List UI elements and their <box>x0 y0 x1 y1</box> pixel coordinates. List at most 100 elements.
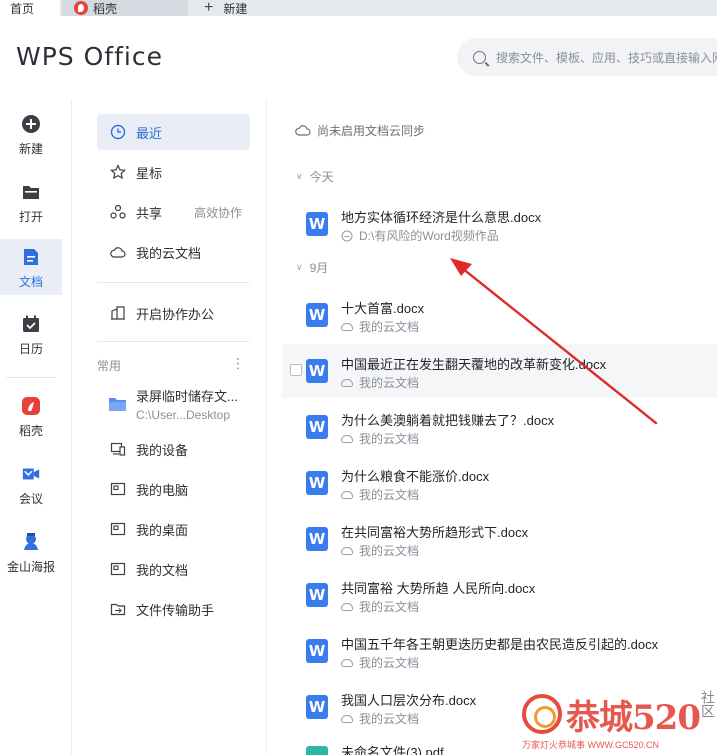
file-name: 中国最近正在发生翻天覆地的改革新变化.docx <box>341 357 607 372</box>
word-doc-icon: W <box>306 212 328 236</box>
local-folder-icon <box>341 229 353 242</box>
word-doc-icon: W <box>306 471 328 495</box>
rail-poster[interactable]: 金山海报 <box>0 524 62 580</box>
cloud-sync-status[interactable]: 尚未启用文档云同步 <box>295 122 425 139</box>
nav-collab[interactable]: 开启协作办公 <box>97 295 250 331</box>
tab-daoke-label: 稻壳 <box>93 1 118 16</box>
file-name: 我国人口层次分布.docx <box>341 693 477 708</box>
folder-cloud-icon <box>109 398 126 411</box>
section-september-label: 9月 <box>309 261 329 275</box>
rail-open-label: 打开 <box>18 210 43 224</box>
rail-meeting[interactable]: 会议 <box>0 456 62 512</box>
group-label: 常用 <box>97 359 122 373</box>
file-name: 十大首富.docx <box>341 301 425 316</box>
desktop-icon <box>110 522 126 536</box>
nav-file-transfer[interactable]: 文件传输助手 <box>97 591 250 627</box>
cloud-icon <box>341 602 353 611</box>
file-name: 为什么美澳躺着就把钱赚去了？.docx <box>341 413 555 428</box>
more-icon[interactable]: ⋮ <box>231 355 245 372</box>
tab-home-label: 首页 <box>10 1 35 16</box>
watermark-logo <box>522 694 562 734</box>
row-checkbox[interactable] <box>290 364 302 376</box>
transfer-icon <box>110 603 126 616</box>
quick-folder-title: 录屏临时储存文... <box>136 389 238 404</box>
calendar-icon <box>23 315 39 332</box>
nav-cloud-docs[interactable]: 我的云文档 <box>97 234 250 270</box>
file-row[interactable]: W 共同富裕 大势所趋 人民所向.docx 我的云文档 <box>282 568 717 622</box>
nav-recent[interactable]: 最近 <box>97 114 250 150</box>
chevron-down-icon: ∨ <box>296 171 303 181</box>
rail-daoke[interactable]: 稻壳 <box>0 388 62 444</box>
file-location-text: 我的云文档 <box>359 712 420 726</box>
file-row[interactable]: W 地方实体循环经济是什么意思.docx D:\有风险的Word视频作品 <box>282 197 717 251</box>
nav-transfer-label: 文件传输助手 <box>136 602 215 618</box>
rail-meeting-label: 会议 <box>18 492 43 506</box>
word-doc-icon: W <box>306 639 328 663</box>
nav-device-label: 我的设备 <box>136 442 189 458</box>
section-today[interactable]: ∨ 今天 <box>296 168 334 185</box>
nav-computer-label: 我的电脑 <box>136 482 189 498</box>
rail-calendar-label: 日历 <box>18 342 43 356</box>
file-location: 我的云文档 <box>341 710 419 727</box>
nav-collab-label: 开启协作办公 <box>136 306 215 322</box>
documents-icon <box>110 562 126 576</box>
nav-recent-label: 最近 <box>136 125 163 141</box>
rail-open[interactable]: 打开 <box>0 174 62 230</box>
rail-documents[interactable]: 文档 <box>0 239 62 295</box>
file-location: 我的云文档 <box>341 374 419 391</box>
file-location-text: 我的云文档 <box>359 376 420 390</box>
rail-new[interactable]: 新建 <box>0 106 62 162</box>
file-name: 地方实体循环经济是什么意思.docx <box>341 210 542 225</box>
file-name: 未命名文件(3).pdf <box>341 745 444 755</box>
file-row[interactable]: W 在共同富裕大势所趋形式下.docx 我的云文档 <box>282 512 717 566</box>
file-name: 在共同富裕大势所趋形式下.docx <box>341 525 529 540</box>
nav-my-documents[interactable]: 我的文档 <box>97 551 250 587</box>
file-row[interactable]: W 中国五千年各王朝更迭历史都是由农民造反引起的.docx 我的云文档 <box>282 624 717 678</box>
file-row[interactable]: W 为什么粮食不能涨价.docx 我的云文档 <box>282 456 717 510</box>
new-tab-button[interactable]: + 新建 <box>196 0 247 16</box>
file-row[interactable]: W 中国最近正在发生翻天覆地的改革新变化.docx 我的云文档 <box>282 344 717 398</box>
file-location-text: D:\有风险的Word视频作品 <box>359 229 499 243</box>
chevron-down-icon: ∨ <box>296 262 303 272</box>
watermark-title: 恭城520 <box>566 698 701 738</box>
rail-divider <box>6 377 56 378</box>
cloud-icon <box>341 490 353 499</box>
word-doc-icon: W <box>306 695 328 719</box>
search-icon <box>473 50 486 64</box>
tab-daoke[interactable]: 稻壳 <box>62 0 188 16</box>
section-september[interactable]: ∨ 9月 <box>296 259 328 276</box>
nav-my-computer[interactable]: 我的电脑 <box>97 471 250 507</box>
section-today-label: 今天 <box>309 170 334 184</box>
rail-border <box>71 100 72 755</box>
file-location-text: 我的云文档 <box>359 544 420 558</box>
search-input[interactable]: 搜索文件、模板、应用、技巧或直接输入网址 <box>457 38 717 76</box>
quick-access-folder[interactable]: 录屏临时储存文... C:\User...Desktop <box>108 386 238 422</box>
cloud-icon <box>341 658 353 667</box>
file-row[interactable]: W 为什么美澳躺着就把钱赚去了？.docx 我的云文档 <box>282 400 717 454</box>
cloud-sync-text: 尚未启用文档云同步 <box>317 124 426 138</box>
file-name: 共同富裕 大势所趋 人民所向.docx <box>341 581 536 596</box>
cloud-sync-icon <box>295 124 311 136</box>
nav-my-desktop[interactable]: 我的桌面 <box>97 511 250 547</box>
file-row[interactable]: W 十大首富.docx 我的云文档 <box>282 288 717 342</box>
app-logo: WPS Office <box>16 42 163 71</box>
tab-home[interactable]: 首页 <box>0 0 60 16</box>
nav-cloud-label: 我的云文档 <box>136 245 202 261</box>
nav-desktop-label: 我的桌面 <box>136 522 189 538</box>
nav-shared[interactable]: 共享 高效协作 <box>97 194 250 230</box>
quick-folder-path: C:\User...Desktop <box>136 408 231 422</box>
word-doc-icon: W <box>306 303 328 327</box>
building-icon <box>111 306 125 320</box>
file-location-text: 我的云文档 <box>359 432 420 446</box>
rail-calendar[interactable]: 日历 <box>0 306 62 362</box>
nav-starred[interactable]: 星标 <box>97 154 250 190</box>
nav-my-device[interactable]: 我的设备 <box>97 431 250 467</box>
file-location: 我的云文档 <box>341 542 419 559</box>
computer-icon <box>110 482 126 496</box>
file-name: 中国五千年各王朝更迭历史都是由农民造反引起的.docx <box>341 637 659 652</box>
cloud-icon <box>341 546 353 555</box>
word-doc-icon: W <box>306 583 328 607</box>
word-doc-icon: W <box>306 527 328 551</box>
nav-starred-label: 星标 <box>136 165 163 181</box>
cloud-icon <box>341 714 353 723</box>
